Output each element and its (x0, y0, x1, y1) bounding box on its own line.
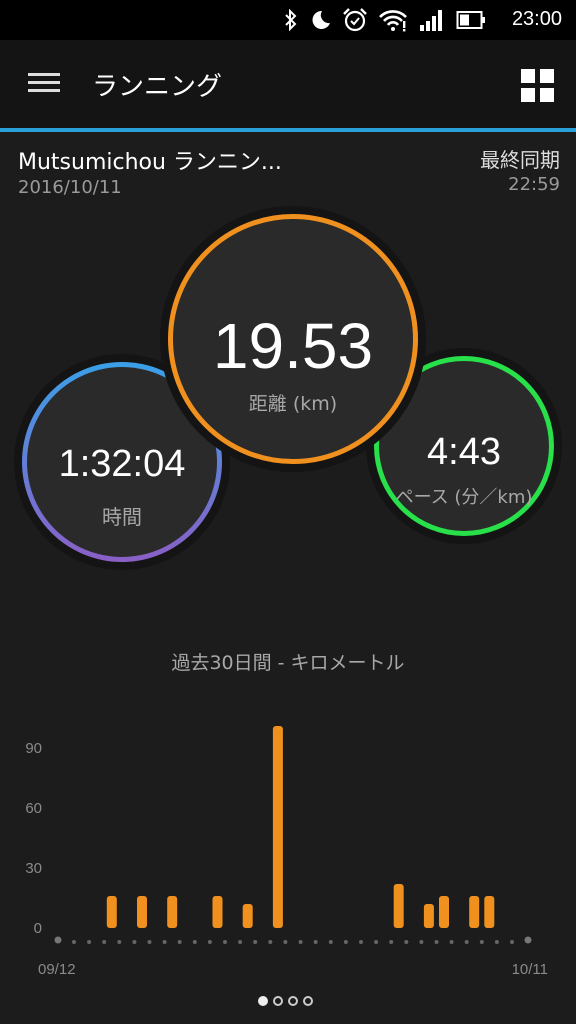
distance-value: 19.53 (212, 310, 374, 382)
day-dot (419, 940, 424, 944)
chart-bar (469, 896, 480, 928)
day-dot (207, 940, 212, 944)
day-dot (359, 940, 363, 944)
axis-end-dot (524, 936, 532, 944)
chart-bar (106, 896, 117, 928)
pace-label: ペース (分／km) (395, 487, 533, 508)
battery-icon (456, 11, 485, 29)
chart-bar (137, 896, 147, 928)
moon-icon (312, 10, 330, 29)
y-tick-label: 0 (34, 920, 42, 937)
chart-title: 過去30日間 - キロメートル (171, 652, 405, 674)
activity-date: 2016/10/11 (18, 177, 122, 198)
x-axis-end-label: 10/11 (512, 961, 548, 978)
menu-icon (28, 73, 60, 92)
distance-stat-ring[interactable]: 19.53 距離 (km) (168, 214, 418, 464)
day-dot (479, 940, 484, 944)
chart-bar (212, 896, 223, 928)
day-dot (72, 940, 76, 944)
day-dot (449, 940, 454, 944)
page-dot[interactable] (258, 996, 268, 1006)
y-tick-label: 90 (25, 740, 42, 757)
day-dot (192, 940, 197, 944)
chart-bar (393, 884, 404, 928)
bluetooth-icon (285, 9, 297, 31)
day-dot (494, 940, 499, 944)
page-dot[interactable] (288, 996, 298, 1006)
day-dot (87, 940, 92, 944)
day-dot (343, 940, 348, 944)
menu-button[interactable] (28, 70, 60, 96)
day-dot (404, 940, 409, 944)
day-dot (434, 940, 439, 944)
signal-icon (420, 10, 442, 31)
day-dot (223, 940, 227, 944)
day-dot (102, 940, 107, 944)
chart-bar (272, 726, 283, 928)
chart-bar (242, 904, 253, 928)
page-dot[interactable] (273, 996, 283, 1006)
wifi-icon (379, 10, 407, 32)
activity-name[interactable]: Mutsumichou ランニン... (18, 144, 282, 176)
axis-start-dot (54, 936, 62, 944)
y-tick-label: 60 (25, 800, 42, 817)
pace-value: 4:43 (427, 431, 501, 473)
chart-bar (484, 896, 495, 928)
day-dot (374, 940, 379, 944)
grid-view-button[interactable] (521, 69, 555, 103)
day-dot (162, 940, 167, 944)
chart-bar (167, 896, 178, 928)
day-dot (283, 940, 288, 944)
time-label: 時間 (102, 505, 142, 529)
day-dot (177, 940, 182, 944)
day-dot (132, 940, 137, 944)
day-dot (389, 940, 394, 944)
page-title: ランニング (92, 72, 223, 102)
chart-bar (439, 896, 449, 928)
day-dot (328, 940, 333, 944)
day-dot (238, 940, 243, 944)
day-dot (147, 940, 152, 944)
y-tick-label: 30 (25, 860, 42, 877)
distance-label: 距離 (km) (248, 393, 338, 415)
chart-bar (423, 904, 434, 928)
app-bar-accent-line (0, 128, 576, 132)
day-dot (298, 940, 303, 944)
x-axis-start-label: 09/12 (38, 961, 76, 978)
grid-icon (521, 69, 554, 102)
alarm-icon (343, 8, 367, 32)
status-bar: 23:00 (0, 0, 576, 40)
page-indicator (258, 996, 313, 1006)
time-value: 1:32:04 (58, 443, 186, 485)
app-bar: ランニング (0, 40, 576, 128)
last-sync-time: 22:59 (508, 174, 560, 195)
status-icons (284, 6, 486, 34)
distance-bar-chart[interactable]: 0 30 60 90 09/12 10/11 (0, 700, 576, 990)
day-dot (313, 940, 318, 944)
last-sync-label: 最終同期 (480, 148, 560, 172)
status-time: 23:00 (511, 8, 562, 30)
day-dot (117, 940, 122, 944)
day-dot (253, 940, 258, 944)
day-dot (510, 940, 514, 944)
page-dot[interactable] (303, 996, 313, 1006)
day-dot (268, 940, 273, 944)
day-dot (464, 940, 469, 944)
